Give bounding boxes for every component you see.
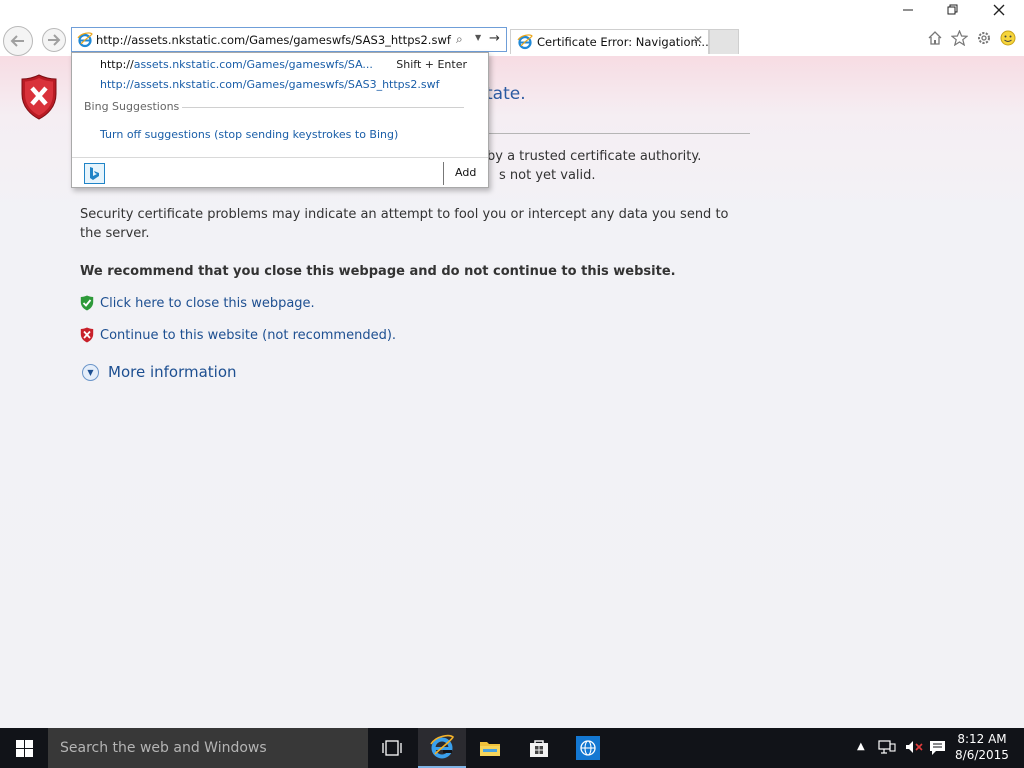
start-button[interactable] — [0, 728, 48, 768]
browser-chrome: ⌕ ▼ → Certificate Error: Navigation... ✕ — [0, 0, 1024, 56]
clock-time: 8:12 AM — [957, 732, 1007, 746]
turn-off-suggestions-link[interactable]: Turn off suggestions (stop sending keyst… — [100, 128, 398, 141]
close-icon — [993, 4, 1005, 16]
shortcut-hint: Shift + Enter — [396, 58, 467, 71]
action-center-icon[interactable] — [929, 740, 946, 760]
volume-muted-icon[interactable] — [905, 739, 923, 758]
red-shield-icon — [80, 327, 94, 343]
minimize-icon — [903, 9, 913, 11]
forward-button[interactable] — [42, 28, 66, 52]
bing-logo-icon[interactable] — [84, 163, 105, 184]
continue-website-link[interactable]: Continue to this website (not recommende… — [100, 328, 396, 343]
continue-website-option[interactable]: Continue to this website (not recommende… — [80, 327, 396, 343]
system-clock[interactable]: 8:12 AM 8/6/2015 — [952, 731, 1012, 763]
add-search-provider-button[interactable]: Add — [455, 166, 476, 179]
taskbar-search-placeholder: Search the web and Windows — [60, 740, 267, 756]
home-icon[interactable] — [927, 30, 943, 50]
section-divider — [182, 107, 464, 108]
chevron-down-icon[interactable]: ▼ — [475, 33, 481, 42]
windows-logo-icon — [15, 739, 33, 757]
security-warning-text: Security certificate problems may indica… — [80, 207, 729, 241]
clock-date: 8/6/2015 — [955, 748, 1009, 762]
restore-icon — [947, 4, 958, 15]
network-icon[interactable] — [878, 739, 896, 758]
tab-certificate-error[interactable]: Certificate Error: Navigation... ✕ — [510, 29, 709, 54]
settings-gear-icon[interactable] — [976, 30, 992, 50]
taskbar-search-box[interactable]: Search the web and Windows — [48, 728, 368, 768]
more-information-label: More information — [108, 363, 237, 381]
autocomplete-suggestion[interactable]: http://assets.nkstatic.com/Games/gameswf… — [100, 58, 373, 71]
folder-icon — [480, 742, 500, 756]
tab-close-icon[interactable]: ✕ — [693, 33, 703, 47]
history-suggestion[interactable]: http://assets.nkstatic.com/Games/gameswf… — [100, 78, 439, 91]
bing-suggestions-header: Bing Suggestions — [84, 100, 180, 113]
ie-tab-icon — [517, 34, 533, 50]
expand-chevron-icon: ▼ — [82, 363, 99, 381]
footer-separator — [443, 162, 444, 185]
restore-button[interactable] — [930, 0, 976, 20]
favorites-star-icon[interactable] — [950, 29, 969, 50]
task-view-icon — [382, 740, 402, 756]
back-button[interactable] — [3, 26, 33, 56]
dropdown-footer-divider — [72, 157, 488, 158]
smiley-feedback-icon[interactable] — [1000, 30, 1016, 50]
ie-page-icon — [77, 32, 93, 48]
taskbar-store[interactable] — [515, 728, 563, 768]
forward-arrow-icon — [48, 34, 61, 46]
minimize-button[interactable] — [885, 0, 931, 20]
url-input[interactable] — [96, 30, 454, 50]
error-shield-icon — [21, 74, 57, 120]
tab-title: Certificate Error: Navigation... — [537, 35, 709, 49]
green-shield-icon — [80, 295, 94, 311]
go-arrow-icon[interactable]: → — [489, 31, 500, 46]
taskbar-network-app[interactable] — [564, 728, 612, 768]
search-icon[interactable]: ⌕ — [456, 32, 463, 47]
taskbar-internet-explorer[interactable] — [418, 728, 466, 768]
taskbar-file-explorer[interactable] — [466, 728, 514, 768]
back-arrow-icon — [10, 35, 24, 47]
store-bag-icon — [530, 740, 548, 757]
address-bar[interactable]: ⌕ ▼ → — [71, 27, 507, 52]
windows-taskbar: Search the web and Windows ▲ 8:12 AM 8/6… — [0, 728, 1024, 768]
more-information-toggle[interactable]: ▼ More information — [82, 363, 237, 381]
globe-icon — [576, 736, 600, 760]
task-view-button[interactable] — [368, 728, 416, 768]
internet-explorer-icon — [430, 734, 455, 759]
close-window-button[interactable] — [976, 0, 1022, 20]
close-webpage-option[interactable]: Click here to close this webpage. — [80, 295, 315, 311]
recommendation-text: We recommend that you close this webpage… — [80, 264, 676, 279]
new-tab-button[interactable] — [709, 29, 739, 54]
address-autocomplete-dropdown: http://assets.nkstatic.com/Games/gameswf… — [71, 52, 489, 188]
close-webpage-link[interactable]: Click here to close this webpage. — [100, 296, 315, 311]
show-hidden-icons-icon[interactable]: ▲ — [857, 741, 865, 752]
